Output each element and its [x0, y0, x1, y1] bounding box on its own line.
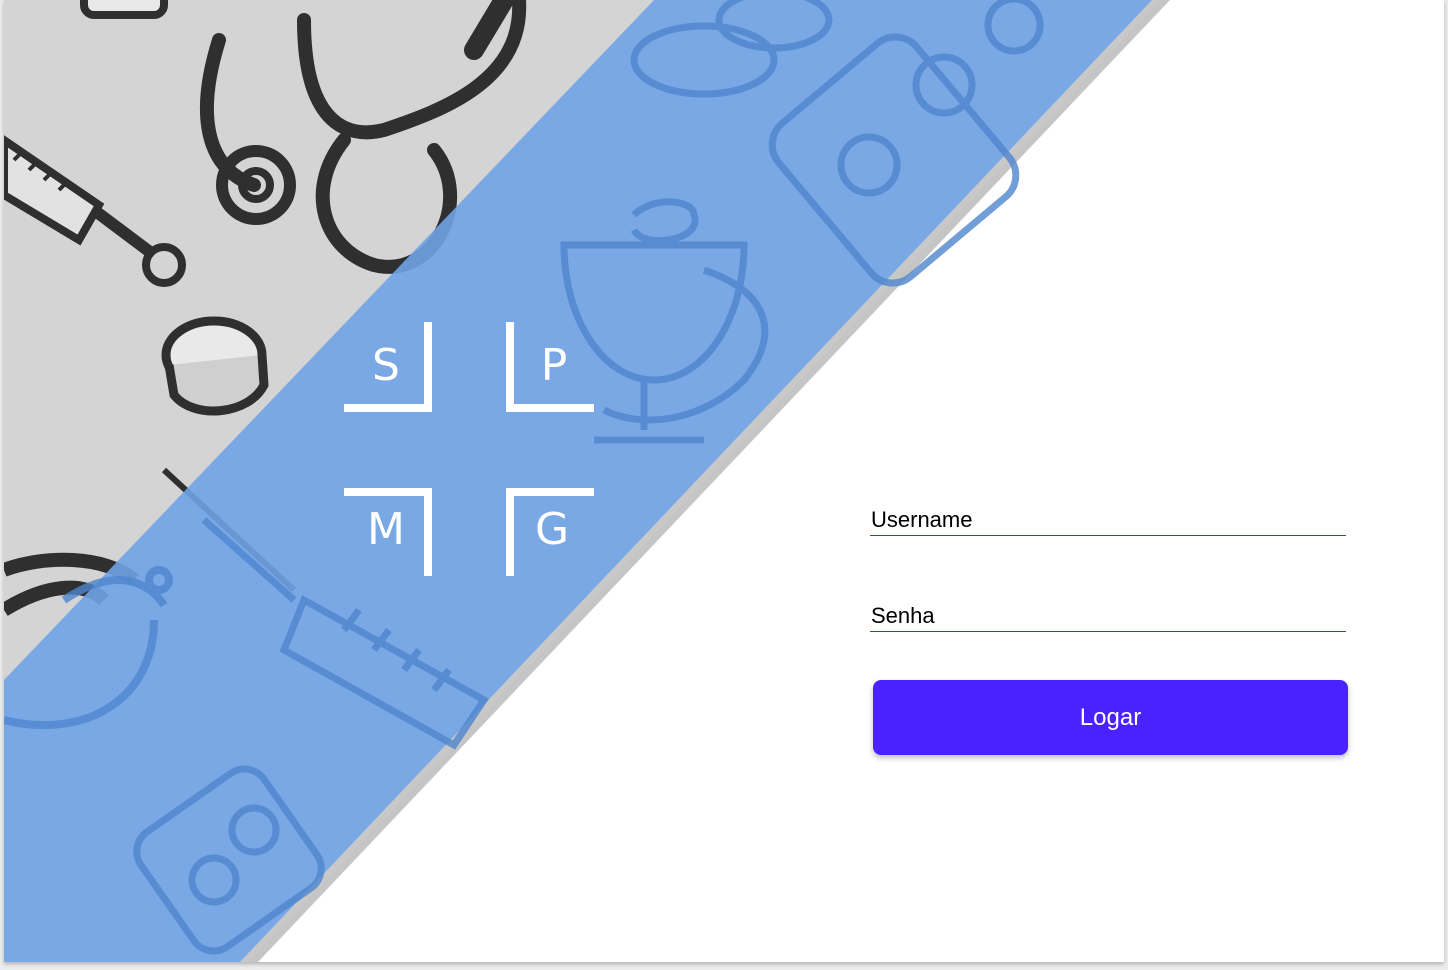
login-button[interactable]: Logar [873, 680, 1348, 755]
pill-icon [161, 316, 269, 416]
login-page: S P M G Username Senha Logar [4, 0, 1444, 962]
logo-letter-p: P [540, 340, 568, 391]
logo-letter-m: M [367, 504, 405, 555]
password-underline [870, 631, 1346, 632]
password-field[interactable]: Senha [870, 586, 1346, 632]
app-logo: S P M G [346, 324, 592, 576]
login-form: Username Senha Logar [870, 480, 1348, 760]
username-label: Username [871, 507, 973, 532]
username-underline [870, 535, 1346, 536]
username-field[interactable]: Username [870, 490, 1346, 536]
pill-icon [80, 0, 168, 19]
logo-letter-s: S [372, 340, 400, 391]
logo-letter-g: G [534, 504, 570, 555]
password-label: Senha [871, 603, 935, 628]
